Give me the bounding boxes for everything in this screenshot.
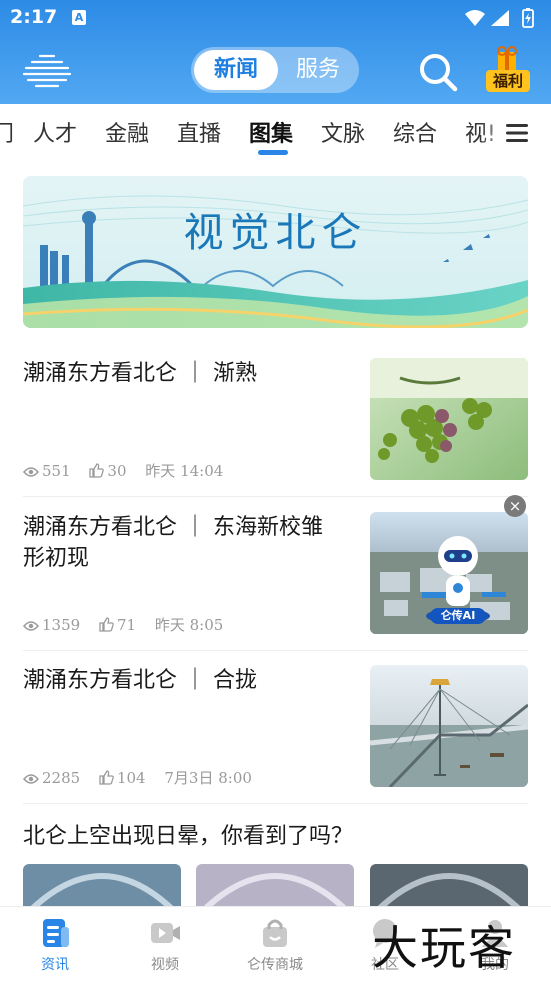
gallery-thumbnail[interactable] [23, 864, 181, 908]
like-count: 30 [107, 462, 127, 480]
switch-service[interactable]: 服务 [281, 50, 355, 90]
eye-icon [23, 621, 39, 631]
gallery-thumbnail[interactable] [370, 864, 528, 908]
welfare-label: 福利 [486, 70, 530, 92]
news-service-switch[interactable]: 新闻 服务 [191, 47, 359, 93]
news-thumbnail[interactable]: 仑传AI [370, 512, 528, 634]
thumbs-up-icon [99, 770, 114, 785]
system-status-icons [465, 8, 534, 28]
tab-partial[interactable]: 门 [0, 116, 14, 148]
news-title: 潮涌东方看北仑 ｜ 东海新校雏形初现 [23, 515, 323, 571]
welfare-button[interactable]: 福利 [482, 46, 532, 94]
tab-live[interactable]: 直播 [177, 116, 221, 148]
banner-image[interactable] [23, 176, 528, 328]
news-item[interactable]: 潮涌东方看北仑 ｜ 渐熟 551 30 昨天 14:04 [23, 358, 528, 482]
tab-culture[interactable]: 文脉 [321, 116, 365, 148]
nav-label: 仑传商城 [247, 957, 303, 973]
nav-news[interactable]: 资讯 [0, 907, 110, 981]
nav-label: 资讯 [41, 957, 69, 973]
news-thumbnail[interactable] [370, 358, 528, 480]
active-tab-indicator [258, 150, 288, 155]
tab-gallery[interactable]: 图集 [249, 116, 293, 148]
channel-menu-icon[interactable] [506, 122, 528, 144]
news-icon [43, 919, 69, 947]
video-icon [151, 923, 180, 943]
thumbs-up-icon [99, 617, 114, 632]
news-meta: 2285 104 7月3日 8:00 [23, 767, 266, 788]
status-time: 2:17 [10, 6, 58, 28]
ai-overlay-label: 仑传AI [440, 609, 476, 622]
divider [23, 496, 528, 497]
channel-tabs: 门 人才 金融 直播 图集 文脉 综合 视! [0, 104, 551, 158]
news-meta: 1359 71 昨天 8:05 [23, 614, 237, 635]
like-count: 104 [116, 769, 146, 787]
publish-time: 7月3日 8:00 [164, 769, 252, 787]
shop-bag-icon [263, 919, 287, 947]
news-item[interactable]: 潮涌东方看北仑 ｜ 东海新校雏形初现 1359 71 昨天 8:05 仑传AI [23, 512, 528, 636]
thumbs-up-icon [89, 463, 105, 478]
view-count: 1359 [42, 616, 81, 634]
app-header: 2:17 A 新闻 服务 福利 [0, 0, 551, 104]
news-item[interactable]: 潮涌东方看北仑 ｜ 合拢 2285 104 7月3日 8:00 [23, 665, 528, 789]
gallery-thumbnail[interactable] [196, 864, 354, 908]
status-bar: 2:17 A [0, 0, 551, 36]
news-title: 潮涌东方看北仑 ｜ 合拢 [23, 668, 257, 693]
tab-finance[interactable]: 金融 [105, 116, 149, 148]
like-count: 71 [116, 616, 137, 634]
app-logo-icon[interactable] [22, 52, 72, 90]
tab-talent[interactable]: 人才 [33, 116, 77, 148]
view-count: 2285 [42, 769, 81, 787]
publish-time: 昨天 8:05 [154, 616, 224, 634]
nav-shop[interactable]: 仑传商城 [220, 907, 330, 981]
watermark: 大玩客 [372, 921, 516, 975]
nav-label: 视频 [151, 957, 179, 973]
notification-icon: A [72, 10, 86, 25]
gallery-title[interactable]: 北仑上空出现日晕，你看到了吗？ [23, 818, 353, 850]
divider [23, 803, 528, 804]
view-count: 551 [42, 462, 71, 480]
publish-time: 昨天 14:04 [145, 462, 224, 480]
search-icon[interactable] [417, 51, 459, 93]
switch-news[interactable]: 新闻 [194, 50, 278, 90]
nav-video[interactable]: 视频 [110, 907, 220, 981]
news-thumbnail[interactable] [370, 665, 528, 787]
divider [23, 650, 528, 651]
close-icon[interactable]: × [504, 495, 526, 517]
tab-general[interactable]: 综合 [393, 116, 437, 148]
news-meta: 551 30 昨天 14:04 [23, 460, 237, 481]
eye-icon [23, 774, 39, 784]
news-title: 潮涌东方看北仑 ｜ 渐熟 [23, 361, 257, 386]
eye-icon [23, 467, 39, 477]
